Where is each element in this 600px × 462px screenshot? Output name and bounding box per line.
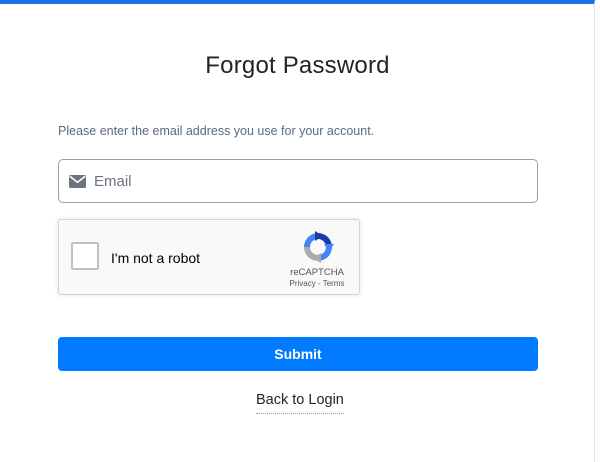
submit-button[interactable]: Submit xyxy=(58,337,538,371)
instructions-text: Please enter the email address you use f… xyxy=(58,124,375,138)
recaptcha-terms-link[interactable]: Terms xyxy=(323,279,345,288)
recaptcha-link-separator: - xyxy=(315,279,323,288)
recaptcha-label: I'm not a robot xyxy=(111,250,201,266)
recaptcha-privacy-link[interactable]: Privacy xyxy=(290,279,316,288)
email-field-container[interactable] xyxy=(58,159,538,203)
recaptcha-logo-icon xyxy=(301,230,335,264)
back-to-login-link[interactable]: Back to Login xyxy=(256,392,344,414)
email-input[interactable] xyxy=(94,160,537,202)
recaptcha-widget: I'm not a robot reCAPTCHA Privacy - Term… xyxy=(58,219,360,295)
recaptcha-checkbox[interactable] xyxy=(71,242,99,270)
recaptcha-links: Privacy - Terms xyxy=(279,279,355,288)
recaptcha-brand: reCAPTCHA xyxy=(290,267,344,278)
page-title: Forgot Password xyxy=(205,52,390,79)
envelope-icon xyxy=(68,174,86,188)
forgot-password-card: Forgot Password Please enter the email a… xyxy=(0,0,595,462)
